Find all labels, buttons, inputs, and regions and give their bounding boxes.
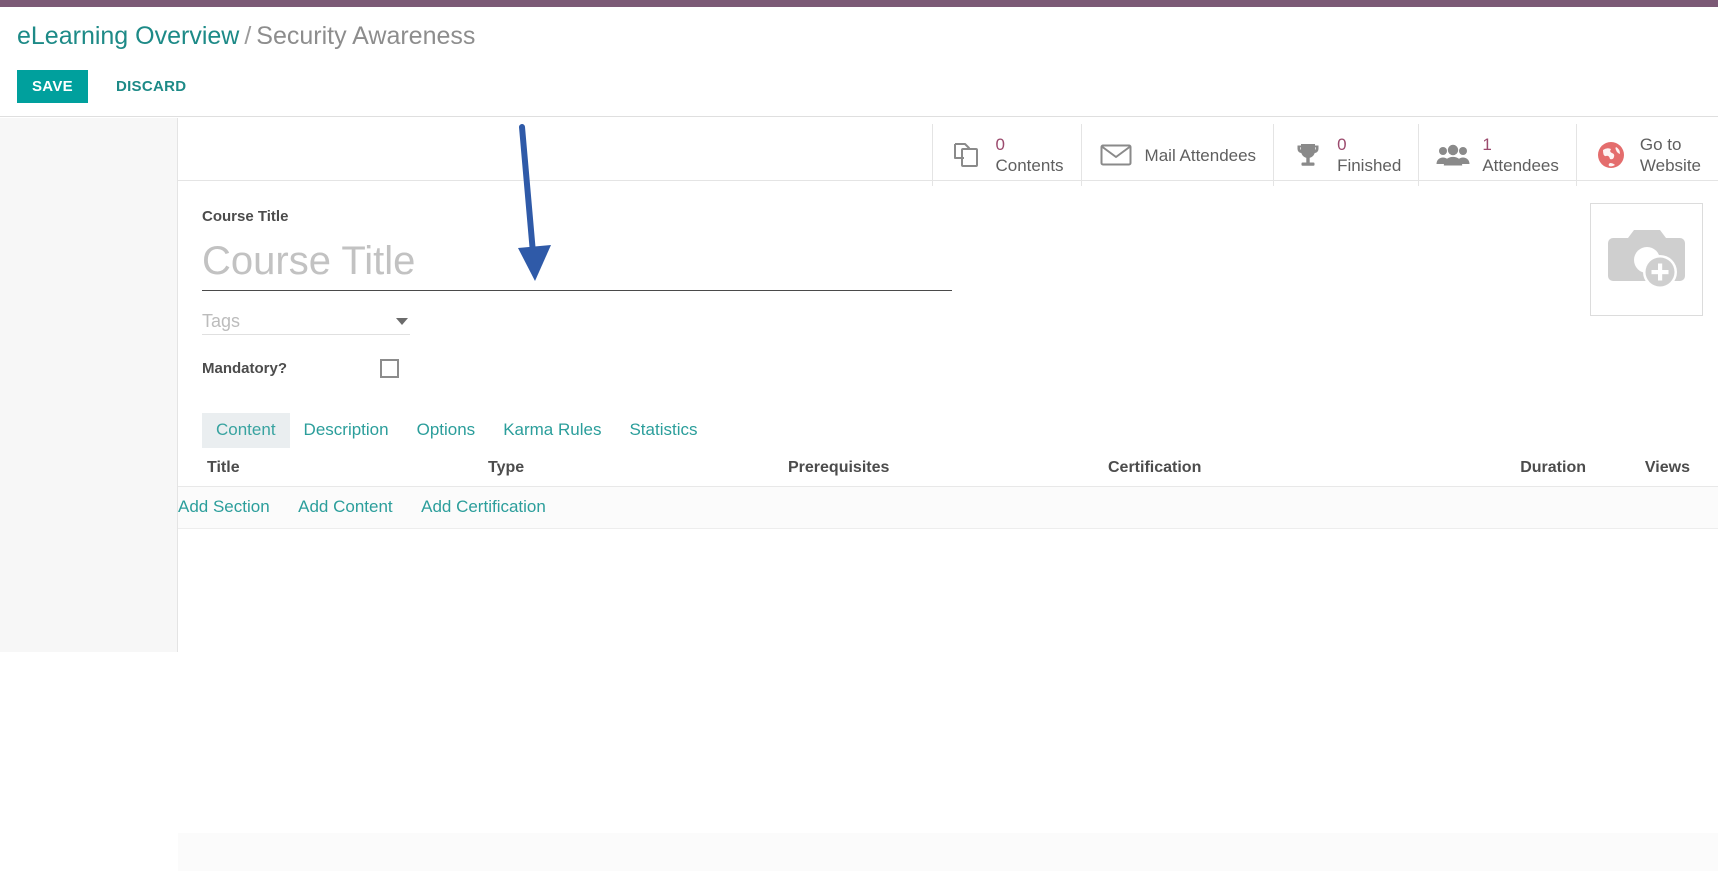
stat-button-attendees[interactable]: 1 Attendees bbox=[1418, 124, 1576, 186]
envelope-icon bbox=[1099, 143, 1133, 167]
stat-label-finished: Finished bbox=[1337, 155, 1401, 176]
stat-value-attendees: 1 bbox=[1482, 135, 1559, 155]
form-canvas: 0 Contents Mail Attendees bbox=[0, 118, 1718, 652]
tags-input[interactable] bbox=[202, 309, 380, 333]
globe-icon bbox=[1594, 141, 1628, 169]
stat-value-contents: 0 bbox=[996, 135, 1064, 155]
content-list-table: Title Type Prerequisites Certification D… bbox=[178, 451, 1718, 529]
stat-label-contents: Contents bbox=[996, 155, 1064, 176]
stat-label-attendees: Attendees bbox=[1482, 155, 1559, 176]
stat-label-mail-attendees: Mail Attendees bbox=[1145, 145, 1257, 166]
discard-button[interactable]: DISCARD bbox=[110, 70, 192, 103]
people-icon bbox=[1436, 143, 1470, 167]
breadcrumb: eLearning Overview/Security Awareness bbox=[17, 20, 475, 52]
navbar-accent-bar bbox=[0, 0, 1718, 7]
form-sheet: 0 Contents Mail Attendees bbox=[177, 118, 1718, 652]
save-button[interactable]: SAVE bbox=[17, 70, 88, 103]
tab-options[interactable]: Options bbox=[403, 413, 490, 448]
table-add-row: Add Section Add Content Add Certificatio… bbox=[178, 487, 1718, 529]
table-header-row: Title Type Prerequisites Certification D… bbox=[178, 451, 1718, 487]
stat-text-finished: 0 Finished bbox=[1337, 135, 1401, 176]
mandatory-checkbox[interactable] bbox=[380, 359, 399, 378]
stat-button-box: 0 Contents Mail Attendees bbox=[932, 124, 1718, 186]
column-header-title[interactable]: Title bbox=[178, 451, 488, 487]
column-header-views[interactable]: Views bbox=[1586, 451, 1718, 487]
stat-text-contents: 0 Contents bbox=[996, 135, 1064, 176]
breadcrumb-separator: / bbox=[244, 22, 251, 50]
control-panel: eLearning Overview/Security Awareness SA… bbox=[0, 7, 1718, 117]
form-body: Course Title Mandatory? bbox=[178, 181, 1718, 652]
course-title-group: Course Title bbox=[202, 208, 952, 291]
course-image-upload[interactable] bbox=[1590, 203, 1703, 316]
course-title-input[interactable] bbox=[202, 236, 952, 291]
column-header-duration[interactable]: Duration bbox=[1438, 451, 1586, 487]
mandatory-label: Mandatory? bbox=[202, 360, 380, 378]
notebook: Content Description Options Karma Rules … bbox=[178, 413, 1718, 529]
notebook-tabs: Content Description Options Karma Rules … bbox=[178, 413, 1718, 448]
stat-label-go-to-website: Go to Website bbox=[1640, 134, 1701, 176]
tab-description[interactable]: Description bbox=[290, 413, 403, 448]
breadcrumb-current: Security Awareness bbox=[256, 22, 475, 50]
stat-button-mail-attendees[interactable]: Mail Attendees bbox=[1081, 124, 1274, 186]
column-header-type[interactable]: Type bbox=[488, 451, 788, 487]
tab-content[interactable]: Content bbox=[202, 413, 290, 448]
tab-statistics[interactable]: Statistics bbox=[615, 413, 711, 448]
add-links-cell: Add Section Add Content Add Certificatio… bbox=[178, 487, 1718, 529]
tags-input-wrap bbox=[202, 309, 410, 335]
chevron-down-icon[interactable] bbox=[396, 318, 408, 325]
table-empty-band bbox=[178, 833, 1718, 871]
record-actions: SAVE DISCARD bbox=[17, 70, 192, 103]
add-section-link[interactable]: Add Section bbox=[178, 497, 270, 517]
mandatory-row: Mandatory? bbox=[202, 359, 399, 378]
stat-value-finished: 0 bbox=[1337, 135, 1401, 155]
stat-button-contents[interactable]: 0 Contents bbox=[932, 124, 1081, 186]
column-header-certification[interactable]: Certification bbox=[1108, 451, 1438, 487]
column-header-prerequisites[interactable]: Prerequisites bbox=[788, 451, 1108, 487]
add-certification-link[interactable]: Add Certification bbox=[421, 497, 546, 517]
stat-button-finished[interactable]: 0 Finished bbox=[1273, 124, 1418, 186]
tags-group bbox=[202, 309, 410, 335]
tab-karma-rules[interactable]: Karma Rules bbox=[489, 413, 615, 448]
camera-add-icon bbox=[1608, 224, 1686, 295]
contents-icon bbox=[950, 141, 984, 169]
trophy-icon bbox=[1291, 142, 1325, 168]
breadcrumb-parent-link[interactable]: eLearning Overview bbox=[17, 22, 239, 50]
stat-button-go-to-website[interactable]: Go to Website bbox=[1576, 124, 1718, 186]
stat-text-mail-attendees: Mail Attendees bbox=[1145, 145, 1257, 166]
stat-text-attendees: 1 Attendees bbox=[1482, 135, 1559, 176]
stat-text-go-to-website: Go to Website bbox=[1640, 134, 1701, 176]
add-content-link[interactable]: Add Content bbox=[298, 497, 393, 517]
course-title-label: Course Title bbox=[202, 208, 952, 226]
